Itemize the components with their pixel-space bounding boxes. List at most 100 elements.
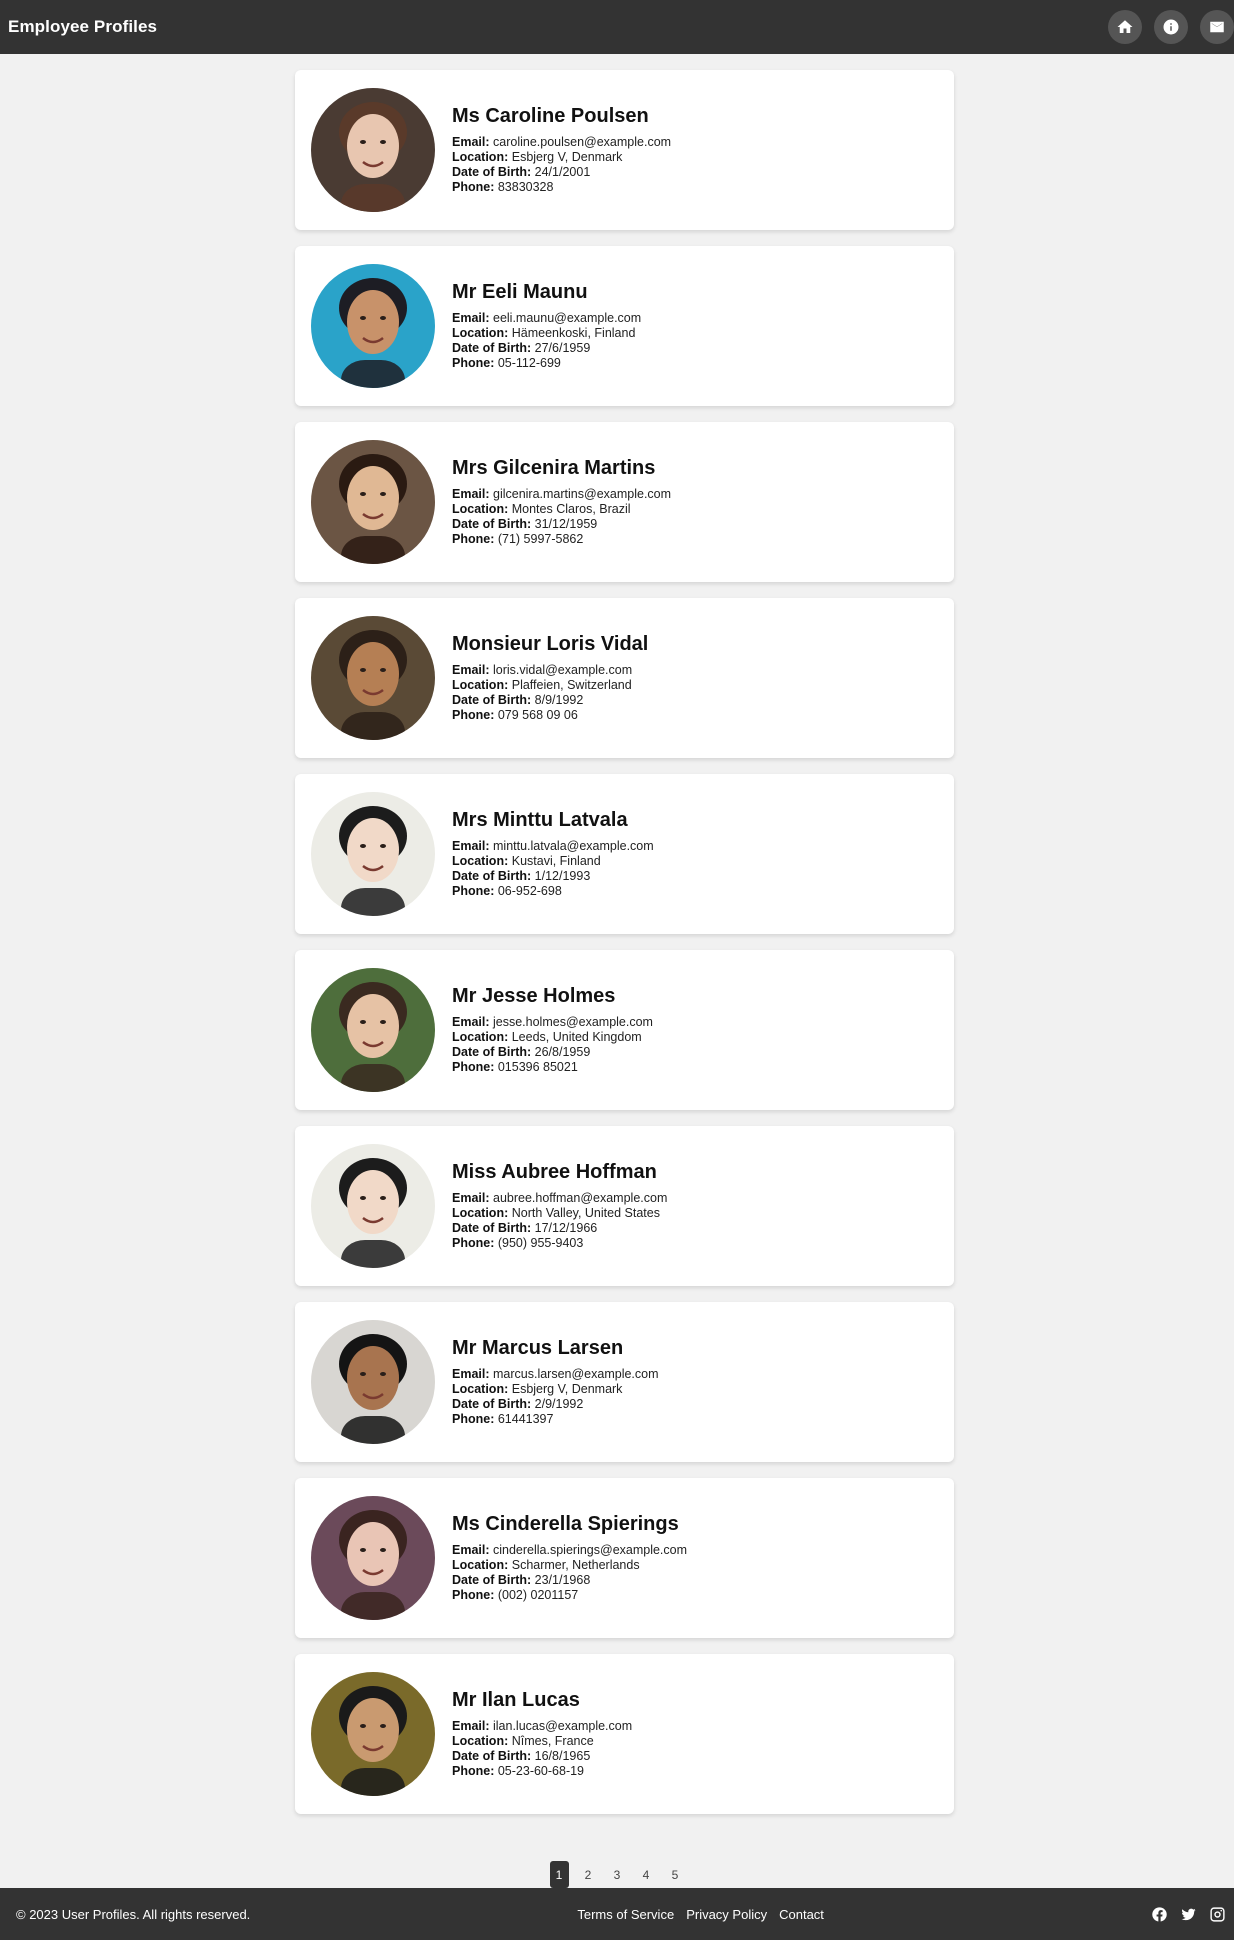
header-nav [1108, 0, 1234, 54]
profile-info: Ms Cinderella Spierings Email: cinderella… [452, 1513, 687, 1603]
profile-location-label: Location: [452, 854, 509, 868]
profile-card: Mr Jesse Holmes Email: jesse.holmes@examp… [295, 950, 954, 1110]
profile-dob: Date of Birth: 1/12/1993 [452, 869, 654, 884]
profile-phone-label: Phone: [452, 1588, 495, 1602]
profile-info: Miss Aubree Hoffman Email: aubree.hoffman… [452, 1161, 667, 1251]
profile-info: Mr Marcus Larsen Email: marcus.larsen@exa… [452, 1337, 659, 1427]
profile-email-value: jesse.holmes@example.com [493, 1015, 653, 1029]
profile-card: Ms Caroline Poulsen Email: caroline.pouls… [295, 70, 954, 230]
profile-phone: Phone: (71) 5997-5862 [452, 532, 671, 547]
profile-name: Monsieur Loris Vidal [452, 633, 649, 655]
profile-phone-value: (71) 5997-5862 [497, 532, 584, 546]
profile-email: Email: gilcenira.martins@example.com [452, 487, 671, 502]
profile-location-label: Location: [452, 1558, 509, 1572]
profile-name: Mr Eeli Maunu [452, 281, 588, 303]
profile-phone: Phone: 079 568 09 06 [452, 708, 648, 723]
profile-phone-label: Phone: [452, 884, 495, 898]
profile-phone-label: Phone: [452, 1764, 495, 1778]
profile-email-value: cinderella.spierings@example.com [493, 1543, 688, 1557]
page-3-button[interactable]: 3 [608, 1861, 627, 1888]
avatar [311, 1672, 435, 1796]
privacy-link[interactable]: Privacy Policy [686, 1907, 767, 1922]
profile-email-label: Email: [452, 135, 490, 149]
profile-email: Email: eeli.maunu@example.com [452, 311, 641, 326]
profile-dob-value: 17/12/1966 [534, 1221, 598, 1235]
profile-dob-label: Date of Birth: [452, 165, 532, 179]
profile-dob: Date of Birth: 16/8/1965 [452, 1749, 632, 1764]
page-1-button[interactable]: 1 [549, 1861, 569, 1888]
profile-dob-value: 23/1/1968 [534, 1573, 591, 1587]
profile-list: Ms Caroline Poulsen Email: caroline.pouls… [295, 70, 954, 1830]
profile-phone: Phone: 015396 85021 [452, 1060, 653, 1075]
profile-location-value: Nîmes, France [511, 1734, 594, 1748]
profile-phone: Phone: 61441397 [452, 1412, 659, 1427]
profile-dob-label: Date of Birth: [452, 341, 532, 355]
profile-dob-value: 8/9/1992 [534, 693, 584, 707]
profile-email-label: Email: [452, 487, 490, 501]
profile-email-value: ilan.lucas@example.com [493, 1719, 633, 1733]
profile-location: Location: Scharmer, Netherlands [452, 1558, 687, 1573]
instagram-icon[interactable] [1209, 1906, 1226, 1923]
avatar [311, 88, 435, 212]
profile-card: Mr Ilan Lucas Email: ilan.lucas@example.c… [295, 1654, 954, 1814]
avatar [311, 1320, 435, 1444]
page-5-button[interactable]: 5 [666, 1861, 685, 1888]
profile-email-value: marcus.larsen@example.com [493, 1367, 659, 1381]
avatar-photo [311, 616, 435, 740]
avatar [311, 1144, 435, 1268]
profile-name: Mr Jesse Holmes [452, 985, 616, 1007]
profile-phone: Phone: (002) 0201157 [452, 1588, 687, 1603]
social-links [1151, 1906, 1226, 1923]
profile-email-label: Email: [452, 1543, 490, 1557]
profile-phone-label: Phone: [452, 532, 495, 546]
profile-name: Ms Cinderella Spierings [452, 1513, 679, 1535]
profile-location-label: Location: [452, 1382, 509, 1396]
profile-dob-value: 16/8/1965 [534, 1749, 591, 1763]
profile-phone-label: Phone: [452, 180, 495, 194]
profile-location-value: Hämeenkoski, Finland [511, 326, 636, 340]
profile-email: Email: marcus.larsen@example.com [452, 1367, 659, 1382]
home-button[interactable] [1108, 10, 1142, 44]
profile-phone: Phone: 06-952-698 [452, 884, 654, 899]
avatar [311, 264, 435, 388]
twitter-icon[interactable] [1180, 1906, 1197, 1923]
profile-email: Email: minttu.latvala@example.com [452, 839, 654, 854]
footer-links: Terms of Service Privacy Policy Contact [577, 1907, 824, 1922]
terms-link[interactable]: Terms of Service [577, 1907, 674, 1922]
page-2-button[interactable]: 2 [579, 1861, 598, 1888]
profile-location-label: Location: [452, 1734, 509, 1748]
profile-location-label: Location: [452, 502, 509, 516]
profile-location-label: Location: [452, 1030, 509, 1044]
profile-dob-value: 2/9/1992 [534, 1397, 584, 1411]
profile-info: Mrs Minttu Latvala Email: minttu.latvala@… [452, 809, 654, 899]
profile-email-value: eeli.maunu@example.com [493, 311, 642, 325]
profile-dob: Date of Birth: 26/8/1959 [452, 1045, 653, 1060]
profile-phone: Phone: (950) 955-9403 [452, 1236, 667, 1251]
info-button[interactable] [1154, 10, 1188, 44]
page-4-button[interactable]: 4 [637, 1861, 656, 1888]
profile-phone-value: 83830328 [497, 180, 554, 194]
profile-phone-value: 61441397 [497, 1412, 554, 1426]
contact-link[interactable]: Contact [779, 1907, 824, 1922]
profile-card: Mrs Minttu Latvala Email: minttu.latvala@… [295, 774, 954, 934]
avatar [311, 968, 435, 1092]
profile-location-value: Esbjerg V, Denmark [511, 150, 623, 164]
profile-card: Mr Eeli Maunu Email: eeli.maunu@example.c… [295, 246, 954, 406]
mail-button[interactable] [1200, 10, 1234, 44]
profile-dob: Date of Birth: 31/12/1959 [452, 517, 671, 532]
profile-phone-label: Phone: [452, 1236, 495, 1250]
avatar [311, 616, 435, 740]
avatar [311, 440, 435, 564]
profile-phone-label: Phone: [452, 1412, 495, 1426]
facebook-icon[interactable] [1151, 1906, 1168, 1923]
profile-dob-label: Date of Birth: [452, 1749, 532, 1763]
profile-location-value: North Valley, United States [511, 1206, 660, 1220]
profile-dob: Date of Birth: 17/12/1966 [452, 1221, 667, 1236]
profile-location: Location: Hämeenkoski, Finland [452, 326, 641, 341]
profile-card: Miss Aubree Hoffman Email: aubree.hoffman… [295, 1126, 954, 1286]
profile-dob-label: Date of Birth: [452, 693, 532, 707]
profile-name: Mrs Gilcenira Martins [452, 457, 656, 479]
avatar [311, 1496, 435, 1620]
profile-dob-value: 24/1/2001 [534, 165, 591, 179]
profile-email: Email: jesse.holmes@example.com [452, 1015, 653, 1030]
